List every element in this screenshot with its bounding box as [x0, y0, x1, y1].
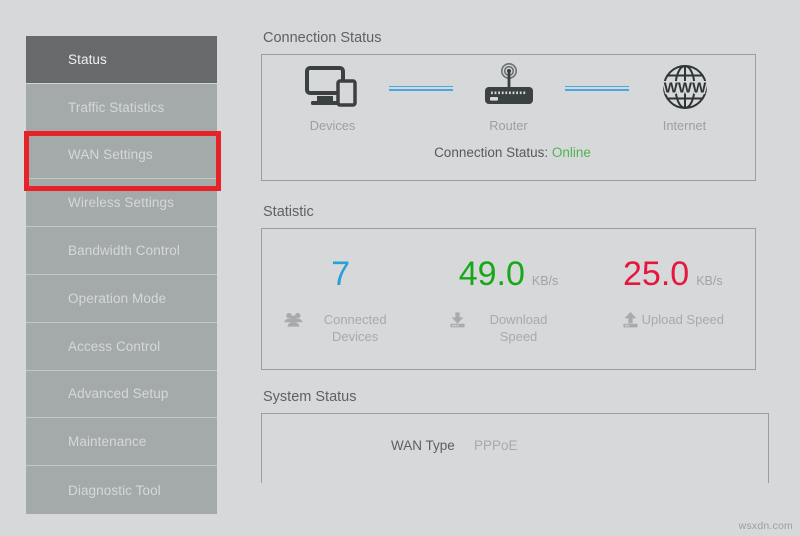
stat-connected-devices: 7: [262, 257, 426, 345]
statistic-panel: 7: [261, 228, 756, 370]
sidebar-item-operation-mode[interactable]: Operation Mode: [26, 275, 217, 323]
sidebar-item-access-control[interactable]: Access Control: [26, 323, 217, 371]
sidebar-item-label: Bandwidth Control: [68, 243, 180, 258]
sidebar-item-label: Advanced Setup: [68, 386, 168, 401]
globe-www-icon: WWW: [629, 61, 741, 113]
download-speed-value: 49.0: [459, 257, 525, 291]
topology-node-label: Router: [453, 118, 565, 133]
upload-speed-unit: KB/s: [696, 274, 722, 288]
sidebar-item-label: Access Control: [68, 339, 160, 354]
sidebar-item-maintenance[interactable]: Maintenance: [26, 418, 217, 466]
upload-speed-value: 25.0: [623, 257, 689, 291]
watermark: wsxdn.com: [739, 520, 793, 532]
upload-icon: [622, 312, 639, 333]
download-speed-unit: KB/s: [532, 274, 558, 288]
sidebar-item-advanced-setup[interactable]: Advanced Setup: [26, 371, 217, 419]
sidebar-item-label: Maintenance: [68, 434, 146, 449]
sidebar-item-traffic-statistics[interactable]: Traffic Statistics: [26, 84, 217, 132]
sidebar-item-label: Wireless Settings: [68, 195, 174, 210]
network-topology-diagram: Devices: [262, 55, 755, 125]
topology-node-devices: Devices: [277, 61, 389, 133]
sidebar-item-status[interactable]: Status: [26, 36, 217, 84]
connected-devices-label: Connected Devices: [306, 311, 404, 345]
sidebar-item-label: WAN Settings: [68, 147, 153, 162]
link-devices-to-router: [389, 62, 453, 114]
system-status-panel: WAN Type PPPoE: [261, 413, 769, 483]
sidebar-item-label: Status: [68, 52, 107, 67]
sidebar-item-label: Traffic Statistics: [68, 100, 164, 115]
router-icon: [453, 61, 565, 113]
connected-devices-value: 7: [331, 257, 350, 291]
svg-text:WWW: WWW: [663, 80, 706, 97]
download-icon: [449, 312, 466, 333]
connection-status-title: Connection Status: [263, 30, 761, 46]
upload-speed-label: Upload Speed: [642, 311, 724, 328]
download-speed-label: Download Speed: [469, 311, 567, 345]
devices-icon: [277, 61, 389, 113]
topology-node-label: Devices: [277, 118, 389, 133]
stat-download-speed: 49.0 KB/s: [426, 257, 590, 345]
system-status-row: WAN Type PPPoE: [262, 414, 768, 453]
statistic-title: Statistic: [263, 204, 761, 220]
connection-status-panel: Devices: [261, 54, 756, 181]
main-content: Connection Status Devices: [261, 30, 761, 483]
sidebar-item-label: Operation Mode: [68, 291, 166, 306]
sidebar-item-label: Diagnostic Tool: [68, 483, 161, 498]
topology-node-label: Internet: [629, 118, 741, 133]
wan-type-value: PPPoE: [474, 438, 518, 453]
system-status-title: System Status: [263, 389, 761, 405]
sidebar-item-wan-settings[interactable]: WAN Settings: [26, 132, 217, 180]
sidebar-item-diagnostic-tool[interactable]: Diagnostic Tool: [26, 466, 217, 514]
topology-node-internet: WWW Internet: [629, 61, 741, 133]
sidebar-navigation: Status Traffic Statistics WAN Settings W…: [26, 36, 217, 505]
sidebar-item-wireless-settings[interactable]: Wireless Settings: [26, 179, 217, 227]
connection-status-readout: Connection Status: Online: [262, 145, 755, 160]
topology-node-router: Router: [453, 61, 565, 133]
sidebar-item-bandwidth-control[interactable]: Bandwidth Control: [26, 227, 217, 275]
connected-users-icon: [284, 312, 303, 332]
connection-status-value: Online: [552, 145, 591, 160]
connection-status-label: Connection Status:: [434, 145, 548, 160]
stat-upload-speed: 25.0 KB/s: [591, 257, 755, 333]
wan-type-key: WAN Type: [391, 438, 474, 453]
link-router-to-internet: [565, 62, 629, 114]
